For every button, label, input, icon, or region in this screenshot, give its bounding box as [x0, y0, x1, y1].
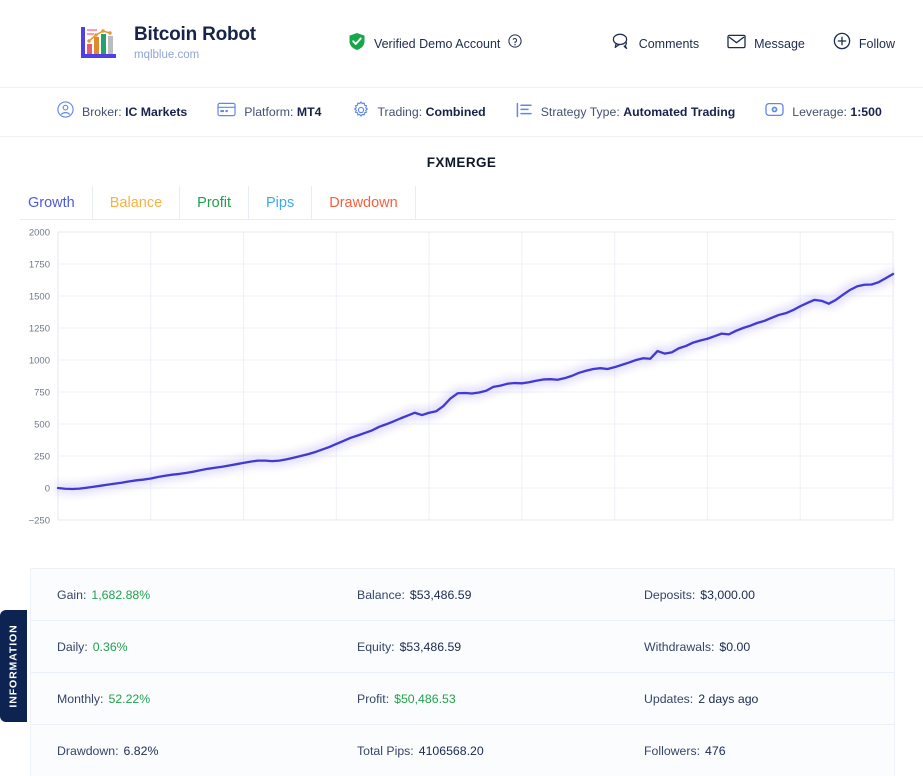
credit-card-icon: [217, 102, 236, 122]
account-info-bar: Broker: IC Markets Platform: MT4: [0, 88, 923, 137]
tab-spacer: [416, 186, 895, 219]
question-circle-icon[interactable]: [508, 34, 522, 53]
info-strategy-text: Strategy Type: Automated Trading: [541, 105, 736, 119]
comments-label: Comments: [639, 37, 699, 51]
stat-drawdown: Drawdown:6.82%: [57, 744, 357, 758]
plus-circle-icon: [833, 32, 851, 55]
chart-gridlines: [58, 232, 893, 520]
brand-text: Bitcoin Robot mqlblue.com: [134, 24, 256, 63]
stat-total-pips: Total Pips:4106568.20: [357, 744, 644, 758]
brand-url[interactable]: mqlblue.com: [134, 47, 256, 63]
svg-text:1000: 1000: [29, 356, 50, 367]
svg-text:750: 750: [34, 388, 50, 399]
svg-text:500: 500: [34, 420, 50, 431]
svg-text:2000: 2000: [29, 228, 50, 239]
chart-line: [58, 274, 893, 489]
information-side-tab-label: INFORMATION: [8, 624, 20, 707]
chart-line-glow: [58, 274, 893, 489]
growth-chart-svg[interactable]: 2000 1750 1500 1250 1000 750 500 250 0 −250: [20, 226, 895, 538]
stat-profit: Profit:$50,486.53: [357, 692, 644, 706]
message-label: Message: [754, 37, 805, 51]
svg-text:1250: 1250: [29, 324, 50, 335]
tab-pips[interactable]: Pips: [249, 186, 312, 219]
stat-daily: Daily:0.36%: [57, 640, 357, 654]
tab-profit[interactable]: Profit: [180, 186, 249, 219]
svg-text:0: 0: [45, 484, 50, 495]
table-row: Daily:0.36% Equity:$53,486.59 Withdrawal…: [31, 621, 894, 673]
info-item-strategy: Strategy Type: Automated Trading: [516, 102, 736, 123]
follow-button[interactable]: Follow: [833, 32, 895, 55]
follow-label: Follow: [859, 37, 895, 51]
table-row: Monthly:52.22% Profit:$50,486.53 Updates…: [31, 673, 894, 725]
info-item-platform: Platform: MT4: [217, 102, 321, 122]
stat-withdrawals: Withdrawals:$0.00: [644, 640, 894, 654]
tab-drawdown-label: Drawdown: [329, 195, 398, 211]
verified-badge: Verified Demo Account: [348, 32, 522, 56]
stat-gain: Gain:1,682.88%: [57, 588, 357, 602]
tab-pips-label: Pips: [266, 195, 294, 211]
bar-chart-logo-icon: [78, 24, 120, 64]
tab-growth[interactable]: Growth: [20, 186, 93, 219]
stat-updates: Updates:2 days ago: [644, 692, 894, 706]
info-item-trading: Trading: Combined: [352, 101, 486, 124]
tab-balance-label: Balance: [110, 195, 162, 211]
leverage-badge-icon: [765, 102, 784, 122]
account-profile-page: Bitcoin Robot mqlblue.com Verified Demo …: [0, 0, 923, 776]
info-trading-text: Trading: Combined: [378, 105, 486, 119]
chart-y-axis-labels: 2000 1750 1500 1250 1000 750 500 250 0 −250: [29, 228, 50, 527]
svg-text:−250: −250: [29, 516, 50, 527]
svg-text:250: 250: [34, 452, 50, 463]
header-actions: Comments Message: [612, 32, 895, 55]
tab-balance[interactable]: Balance: [93, 186, 180, 219]
user-circle-icon: [57, 101, 74, 123]
tab-growth-label: Growth: [28, 195, 75, 211]
message-button[interactable]: Message: [727, 34, 805, 54]
statistics-table: Gain:1,682.88% Balance:$53,486.59 Deposi…: [30, 568, 895, 776]
info-item-leverage: Leverage: 1:500: [765, 102, 882, 122]
shield-check-icon: [348, 32, 366, 56]
tab-profit-label: Profit: [197, 195, 231, 211]
list-bars-icon: [516, 102, 533, 123]
stat-followers: Followers:476: [644, 744, 894, 758]
svg-text:1750: 1750: [29, 260, 50, 271]
table-row: Gain:1,682.88% Balance:$53,486.59 Deposi…: [31, 569, 894, 621]
envelope-icon: [727, 34, 746, 54]
verified-label: Verified Demo Account: [374, 37, 500, 51]
chart-tabs: Growth Balance Profit Pips Drawdown: [20, 186, 895, 220]
chart-title: FXMERGE: [0, 155, 923, 170]
information-side-tab[interactable]: INFORMATION: [0, 610, 27, 722]
stat-deposits: Deposits:$3,000.00: [644, 588, 894, 602]
stat-balance: Balance:$53,486.59: [357, 588, 644, 602]
table-row: Drawdown:6.82% Total Pips:4106568.20 Fol…: [31, 725, 894, 776]
stat-equity: Equity:$53,486.59: [357, 640, 644, 654]
svg-text:1500: 1500: [29, 292, 50, 303]
stat-monthly: Monthly:52.22%: [57, 692, 357, 706]
comments-button[interactable]: Comments: [612, 33, 699, 55]
info-broker-text: Broker: IC Markets: [82, 105, 187, 119]
comments-icon: [612, 33, 631, 55]
brand-name: Bitcoin Robot: [134, 24, 256, 46]
tab-drawdown[interactable]: Drawdown: [312, 186, 416, 219]
brand-block: Bitcoin Robot mqlblue.com: [78, 24, 256, 64]
gear-icon: [352, 101, 370, 124]
growth-chart: 2000 1750 1500 1250 1000 750 500 250 0 −250: [20, 226, 895, 538]
page-header: Bitcoin Robot mqlblue.com Verified Demo …: [0, 0, 923, 88]
info-leverage-text: Leverage: 1:500: [792, 105, 882, 119]
info-platform-text: Platform: MT4: [244, 105, 321, 119]
info-item-broker: Broker: IC Markets: [57, 101, 187, 123]
